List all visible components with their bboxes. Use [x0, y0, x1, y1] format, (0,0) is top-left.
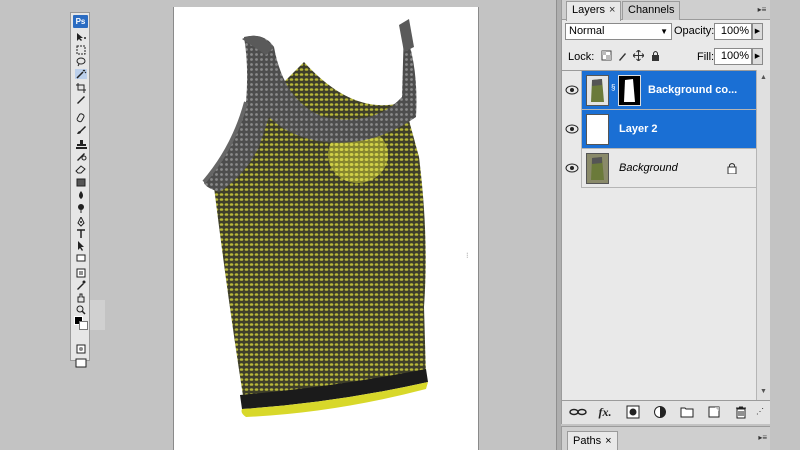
chain-link-icon[interactable]: §: [611, 83, 617, 97]
visibility-toggle[interactable]: [562, 71, 582, 110]
eye-icon: [565, 85, 579, 95]
scroll-up-icon[interactable]: ▲: [760, 74, 767, 81]
layer-row-background-copy[interactable]: § Background co...: [562, 71, 756, 110]
slice-tool-icon[interactable]: [75, 95, 87, 105]
layers-panel-tabbar: Layers × Channels ▸≡: [562, 0, 771, 21]
layer-name[interactable]: Background: [619, 162, 678, 174]
visibility-toggle[interactable]: [562, 110, 582, 149]
move-tool-icon[interactable]: [75, 32, 87, 42]
tank-top-image: [202, 19, 428, 417]
lock-image-pixels-icon[interactable]: [617, 50, 628, 61]
fill-slider-button[interactable]: ▶: [752, 48, 763, 65]
tab-layers-label: Layers: [572, 4, 606, 16]
fill-label: Fill:: [697, 51, 715, 63]
eye-icon: [565, 163, 579, 173]
lock-label: Lock:: [568, 51, 595, 63]
lock-icon: [727, 162, 737, 175]
layer-thumbnail[interactable]: [586, 75, 609, 106]
crop-tool-icon[interactable]: [75, 83, 87, 93]
chevron-down-icon: ▼: [660, 27, 668, 36]
tab-channels[interactable]: Channels: [622, 1, 681, 20]
layers-panel: Layers × Channels ▸≡ Normal ▼ Opacity: 10…: [561, 0, 771, 424]
photoshop-logo: Ps: [73, 15, 88, 28]
lock-transparent-icon[interactable]: [601, 50, 612, 61]
panel-menu-icon[interactable]: ▸≡: [758, 433, 767, 442]
pen-tool-icon[interactable]: [75, 217, 87, 227]
history-brush-tool-icon[interactable]: [75, 151, 87, 161]
tab-paths-label: Paths: [573, 435, 602, 447]
layer-mask-thumbnail[interactable]: [618, 75, 641, 106]
lasso-tool-icon[interactable]: [75, 57, 87, 67]
blur-tool-icon[interactable]: [75, 190, 87, 200]
eye-icon: [565, 124, 579, 134]
tab-channels-label: Channels: [628, 4, 675, 16]
path-selection-tool-icon[interactable]: [75, 241, 87, 251]
lock-all-icon[interactable]: [650, 50, 661, 61]
brush-tool-icon[interactable]: [75, 125, 87, 135]
delete-layer-icon[interactable]: [734, 405, 748, 419]
layers-list: § Background co... Layer 2 Background: [562, 70, 756, 400]
fx-icon[interactable]: fx.: [598, 405, 612, 419]
eraser-tool-icon[interactable]: [75, 164, 87, 174]
blend-mode-value: Normal: [569, 25, 605, 37]
layer-row-layer-2[interactable]: Layer 2: [562, 110, 756, 149]
fill-field[interactable]: 100%: [714, 48, 752, 65]
visibility-toggle[interactable]: [562, 149, 582, 188]
marquee-tool-icon[interactable]: [75, 45, 87, 55]
quick-mask-icon[interactable]: [75, 344, 87, 354]
gradient-tool-icon[interactable]: [75, 177, 87, 187]
shape-tool-icon[interactable]: [75, 253, 87, 263]
blend-mode-select[interactable]: Normal ▼: [565, 23, 672, 40]
close-icon[interactable]: ×: [609, 4, 615, 16]
add-mask-icon[interactable]: [626, 405, 640, 419]
resize-grip-icon[interactable]: ⋰: [755, 405, 765, 419]
opacity-label: Opacity:: [674, 25, 715, 37]
new-group-icon[interactable]: [680, 405, 694, 419]
magic-wand-tool-icon[interactable]: [75, 69, 87, 79]
canvas-resize-grip[interactable]: ⁝: [466, 252, 470, 262]
eyedropper-tool-icon[interactable]: [75, 280, 87, 290]
layers-footer: fx. ⋰: [562, 400, 771, 424]
tools-panel: Ps: [70, 12, 90, 368]
scroll-down-icon[interactable]: ▼: [760, 388, 767, 395]
document-canvas[interactable]: [173, 7, 479, 450]
panel-menu-icon[interactable]: ▸≡: [756, 4, 768, 15]
clone-stamp-tool-icon[interactable]: [75, 139, 87, 149]
healing-brush-tool-icon[interactable]: [75, 113, 87, 123]
type-tool-icon[interactable]: [75, 229, 87, 239]
workspace-background: [770, 0, 800, 450]
new-layer-icon[interactable]: [707, 405, 721, 419]
layers-scrollbar[interactable]: ▲ ▼: [756, 70, 771, 400]
paths-panel: Paths × ▸≡: [561, 426, 770, 450]
close-icon[interactable]: ×: [605, 435, 611, 447]
tab-layers[interactable]: Layers ×: [566, 1, 622, 21]
layer-thumbnail[interactable]: [586, 114, 609, 145]
layer-thumbnail[interactable]: [586, 153, 609, 184]
dodge-tool-icon[interactable]: [75, 203, 87, 213]
layer-row-background[interactable]: Background: [562, 149, 756, 188]
notes-tool-icon[interactable]: [75, 268, 87, 278]
zoom-tool-icon[interactable]: [75, 305, 87, 315]
link-layers-icon[interactable]: [569, 405, 587, 419]
adjustment-layer-icon[interactable]: [653, 405, 667, 419]
hand-tool-icon[interactable]: [75, 293, 87, 303]
layer-name[interactable]: Background co...: [648, 84, 737, 96]
layer-name[interactable]: Layer 2: [619, 123, 658, 135]
opacity-field[interactable]: 100%: [714, 23, 752, 40]
screen-mode-icon[interactable]: [75, 358, 87, 368]
opacity-slider-button[interactable]: ▶: [752, 23, 763, 40]
tool-options-strip: [90, 300, 105, 330]
lock-position-icon[interactable]: [633, 50, 644, 61]
background-color-swatch[interactable]: [79, 321, 88, 330]
tab-paths[interactable]: Paths ×: [567, 431, 618, 450]
